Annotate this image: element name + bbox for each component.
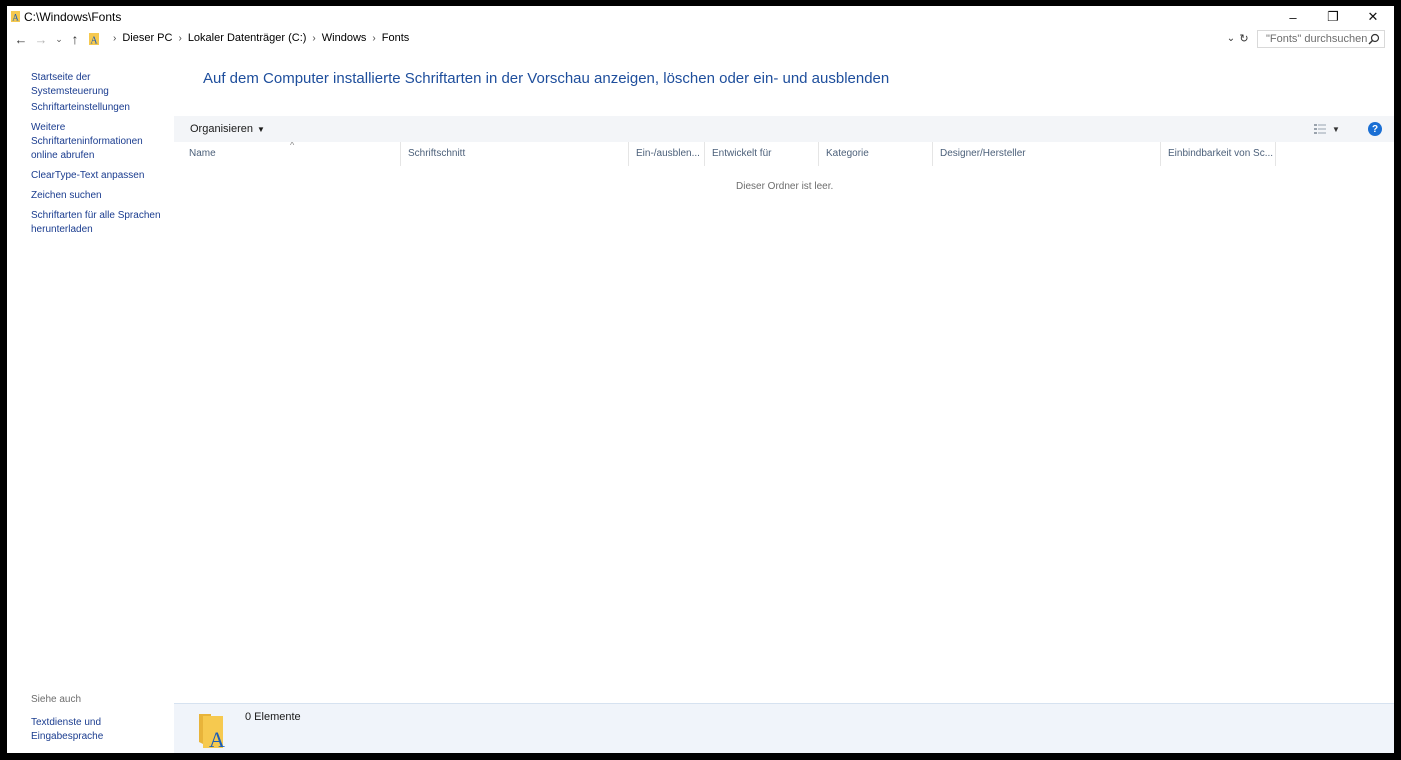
help-icon[interactable]: ?: [1368, 122, 1382, 136]
svg-text:A: A: [12, 13, 19, 23]
breadcrumb-chevron-icon[interactable]: ›: [178, 33, 181, 44]
sidebar-link-font-settings[interactable]: Schriftarteinstellungen: [31, 101, 171, 115]
empty-folder-message: Dieser Ordner ist leer.: [736, 181, 834, 192]
command-bar: Organisieren ▼ ▼ ?: [174, 116, 1394, 142]
caret-down-icon: ▼: [1332, 124, 1340, 134]
column-header-designed-for[interactable]: Entwickelt für: [705, 142, 819, 166]
window-title: C:\Windows\Fonts: [24, 10, 122, 24]
details-view-icon: [1314, 124, 1326, 134]
column-header-designer[interactable]: Designer/Hersteller: [933, 142, 1161, 166]
breadcrumb-item-local-disk[interactable]: Lokaler Datenträger (C:): [188, 32, 307, 44]
sort-ascending-icon: ^: [290, 142, 295, 150]
sidebar-link-download-fonts[interactable]: Schriftarten für alle Sprachen herunterl…: [31, 209, 161, 237]
sidebar-link-font-info-online[interactable]: Weitere Schriftarteninformationen online…: [31, 121, 156, 163]
address-bar[interactable]: A › Dieser PC › Lokaler Datenträger (C:)…: [87, 30, 1251, 48]
refresh-icon[interactable]: ↻: [1237, 31, 1251, 45]
change-view-button[interactable]: ▼: [1314, 123, 1342, 135]
column-header-font-style[interactable]: Schriftschnitt: [401, 142, 629, 166]
restore-button[interactable]: ❐: [1313, 6, 1353, 28]
fonts-folder-icon: A: [11, 11, 20, 22]
breadcrumb-item-windows[interactable]: Windows: [322, 32, 367, 44]
details-pane: A 0 Elemente: [174, 703, 1394, 753]
page-title: Auf dem Computer installierte Schriftart…: [203, 70, 890, 87]
search-box[interactable]: [1257, 30, 1385, 48]
minimize-button[interactable]: –: [1273, 6, 1313, 28]
column-header-label: Name: [189, 148, 216, 159]
sidebar-link-control-panel-home[interactable]: Startseite der Systemsteuerung: [31, 71, 171, 99]
svg-text:A: A: [90, 36, 98, 46]
breadcrumb-item-fonts[interactable]: Fonts: [382, 32, 410, 44]
breadcrumb-chevron-icon[interactable]: ›: [312, 33, 315, 44]
address-dropdown-chevron-icon[interactable]: ⌄: [1225, 31, 1237, 45]
breadcrumb-item-dieser-pc[interactable]: Dieser PC: [122, 32, 172, 44]
recent-locations-chevron-icon[interactable]: ⌄: [53, 31, 65, 47]
navigation-bar: ← → ⌄ ↑ A › Dieser PC › Lokaler Datenträ…: [7, 28, 1394, 50]
column-header-show-hide[interactable]: Ein-/ausblen...: [629, 142, 705, 166]
caret-down-icon: ▼: [256, 124, 265, 134]
breadcrumb-chevron-icon[interactable]: ›: [372, 33, 375, 44]
forward-arrow-icon[interactable]: →: [33, 31, 49, 47]
organize-label: Organisieren: [190, 123, 253, 135]
breadcrumb: › Dieser PC › Lokaler Datenträger (C:) ›…: [107, 32, 409, 44]
up-arrow-icon[interactable]: ↑: [67, 31, 83, 47]
sidebar-link-cleartype[interactable]: ClearType-Text anpassen: [31, 169, 171, 183]
column-header-name[interactable]: Name ^: [174, 142, 401, 166]
close-button[interactable]: ✕: [1353, 6, 1393, 28]
see-also-label: Siehe auch: [31, 694, 82, 705]
column-headers: Name ^ Schriftschnitt Ein-/ausblen... En…: [174, 142, 1394, 166]
sidebar-link-find-character[interactable]: Zeichen suchen: [31, 189, 171, 203]
back-arrow-icon[interactable]: ←: [13, 31, 29, 47]
item-count: 0 Elemente: [245, 711, 301, 723]
control-panel-sidebar: Startseite der Systemsteuerung Schriftar…: [7, 50, 174, 753]
column-header-embeddability[interactable]: Einbindbarkeit von Sc...: [1161, 142, 1276, 166]
organize-button[interactable]: Organisieren ▼: [190, 123, 265, 135]
breadcrumb-chevron-icon[interactable]: ›: [113, 33, 116, 44]
sidebar-link-text-services[interactable]: Textdienste und Eingabesprache: [31, 716, 121, 744]
fonts-folder-icon: A: [199, 714, 225, 750]
search-icon[interactable]: [1368, 33, 1380, 45]
column-header-category[interactable]: Kategorie: [819, 142, 933, 166]
search-input[interactable]: [1258, 31, 1374, 47]
title-bar: A C:\Windows\Fonts – ❐ ✕: [7, 6, 1394, 28]
explorer-window: A C:\Windows\Fonts – ❐ ✕ ← → ⌄ ↑ A › Die…: [7, 6, 1394, 753]
svg-text:A: A: [209, 727, 225, 750]
fonts-folder-icon: A: [89, 33, 99, 45]
